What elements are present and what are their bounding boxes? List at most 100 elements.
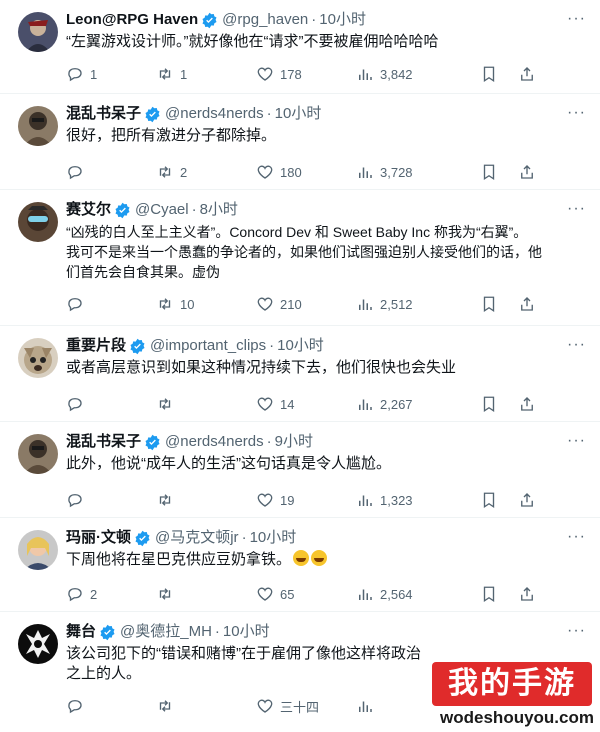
avatar[interactable] — [18, 338, 58, 378]
timestamp[interactable]: 10小时 — [250, 528, 297, 548]
tweet[interactable]: 赛艾尔 @Cyael · 8小时 ··· “凶残的白人至上主义者”。Concor… — [0, 190, 600, 326]
view-count: 2,512 — [380, 296, 413, 312]
author-name[interactable]: 赛艾尔 — [66, 200, 111, 220]
share-button[interactable] — [518, 163, 542, 181]
share-button[interactable] — [518, 491, 542, 509]
share-button[interactable] — [518, 395, 542, 413]
analytics-icon — [359, 399, 372, 410]
more-options-icon[interactable]: ··· — [567, 528, 586, 546]
author-name[interactable]: 混乱书呆子 — [66, 432, 141, 452]
author-name[interactable]: 混乱书呆子 — [66, 104, 141, 124]
tweet[interactable]: 混乱书呆子 @nerds4nerds · 9小时 ··· 此外，他说“成年人的生… — [0, 422, 600, 518]
author-name[interactable]: 重要片段 — [66, 336, 126, 356]
retweet-button[interactable] — [156, 585, 256, 603]
views-button[interactable]: 3,728 — [356, 163, 466, 181]
bookmark-button[interactable] — [480, 65, 504, 83]
tweet[interactable]: Leon@RPG Haven @rpg_haven · 10小时 ··· “左翼… — [0, 0, 600, 94]
retweet-icon — [159, 700, 171, 712]
more-options-icon[interactable]: ··· — [567, 432, 586, 450]
author-handle[interactable]: @important_clips — [150, 336, 266, 356]
avatar[interactable] — [18, 624, 58, 664]
author-handle[interactable]: @奥德拉_MH — [120, 622, 212, 642]
bookmark-button[interactable] — [480, 491, 504, 509]
author-handle[interactable]: @Cyael — [135, 200, 189, 220]
tweet[interactable]: 混乱书呆子 @nerds4nerds · 10小时 ··· 很好，把所有激进分子… — [0, 94, 600, 190]
heart-icon — [257, 165, 273, 179]
timestamp[interactable]: 10小时 — [275, 104, 322, 124]
more-options-icon[interactable]: ··· — [567, 200, 586, 218]
avatar[interactable] — [18, 12, 58, 52]
retweet-button[interactable]: 2 — [156, 163, 256, 181]
retweet-button[interactable]: 1 — [156, 65, 256, 83]
retweet-button[interactable] — [156, 697, 256, 715]
tweet-text: “凶残的白人至上主义者”。Concord Dev 和 Sweet Baby In… — [66, 224, 542, 280]
reply-button[interactable] — [66, 163, 156, 181]
bookmark-button[interactable] — [480, 395, 504, 413]
like-button[interactable]: 65 — [256, 585, 356, 603]
avatar[interactable] — [18, 202, 58, 242]
more-options-icon[interactable]: ··· — [567, 104, 586, 122]
timestamp[interactable]: 10小时 — [319, 10, 366, 30]
share-button[interactable] — [518, 295, 542, 313]
author-name[interactable]: 舞台 — [66, 622, 96, 642]
laughing-emoji-icon — [311, 550, 328, 566]
views-button[interactable]: 2,267 — [356, 395, 466, 413]
retweet-icon — [159, 298, 171, 310]
author-handle[interactable]: @马克文顿jr — [155, 528, 239, 548]
views-button[interactable]: 3,842 — [356, 65, 466, 83]
reply-button[interactable]: 1 — [66, 65, 156, 83]
timestamp[interactable]: 9小时 — [275, 432, 313, 452]
bookmark-button[interactable] — [480, 163, 504, 181]
timestamp[interactable]: 10小时 — [223, 622, 270, 642]
author-name[interactable]: 玛丽·文顿 — [66, 528, 131, 548]
bookmark-button[interactable] — [480, 295, 504, 313]
like-button[interactable]: 19 — [256, 491, 356, 509]
share-icon — [521, 165, 533, 179]
bookmark-button[interactable] — [480, 585, 504, 603]
tweet[interactable]: 玛丽·文顿 @马克文顿jr · 10小时 ··· 下周他将在星巴克供应豆奶拿铁。… — [0, 518, 600, 612]
more-options-icon[interactable]: ··· — [567, 336, 586, 354]
views-button[interactable]: 2,512 — [356, 295, 466, 313]
author-handle[interactable]: @nerds4nerds — [165, 104, 264, 124]
like-button[interactable]: 三十四 — [256, 697, 356, 716]
more-options-icon[interactable]: ··· — [567, 622, 586, 640]
like-button[interactable]: 178 — [256, 65, 356, 83]
reply-button[interactable] — [66, 697, 156, 715]
views-button[interactable]: 1,323 — [356, 491, 466, 509]
author-handle[interactable]: @rpg_haven — [222, 10, 308, 30]
avatar[interactable] — [18, 106, 58, 146]
views-button[interactable]: 2,564 — [356, 585, 466, 603]
watermark-title: 我的手游 — [432, 662, 592, 706]
like-button[interactable]: 180 — [256, 163, 356, 181]
like-count: 178 — [280, 66, 302, 82]
share-button[interactable] — [518, 65, 542, 83]
watermark-url: wodeshouyou.com — [440, 708, 594, 727]
author-handle[interactable]: @nerds4nerds — [165, 432, 264, 452]
reply-icon — [68, 68, 82, 82]
timestamp[interactable]: 8小时 — [200, 200, 238, 220]
tweet[interactable]: 重要片段 @important_clips · 10小时 ··· 或者高层意识到… — [0, 326, 600, 422]
reply-icon — [68, 588, 82, 602]
avatar[interactable] — [18, 530, 58, 570]
like-button[interactable]: 210 — [256, 295, 356, 313]
bookmark-icon — [483, 396, 495, 413]
retweet-button[interactable] — [156, 491, 256, 509]
like-count: 14 — [280, 396, 295, 412]
reply-button[interactable] — [66, 295, 156, 313]
share-button[interactable] — [518, 585, 542, 603]
retweet-button[interactable]: 10 — [156, 295, 256, 313]
retweet-icon — [159, 166, 171, 178]
heart-icon — [257, 67, 273, 81]
reply-button[interactable] — [66, 491, 156, 509]
retweet-count: 1 — [180, 66, 188, 82]
retweet-icon — [159, 398, 171, 410]
heart-icon — [257, 493, 273, 507]
like-button[interactable]: 14 — [256, 395, 356, 413]
author-name[interactable]: Leon@RPG Haven — [66, 10, 198, 30]
avatar[interactable] — [18, 434, 58, 474]
reply-button[interactable] — [66, 395, 156, 413]
more-options-icon[interactable]: ··· — [567, 10, 586, 28]
retweet-button[interactable] — [156, 395, 256, 413]
reply-button[interactable]: 2 — [66, 585, 156, 603]
timestamp[interactable]: 10小时 — [277, 336, 324, 356]
